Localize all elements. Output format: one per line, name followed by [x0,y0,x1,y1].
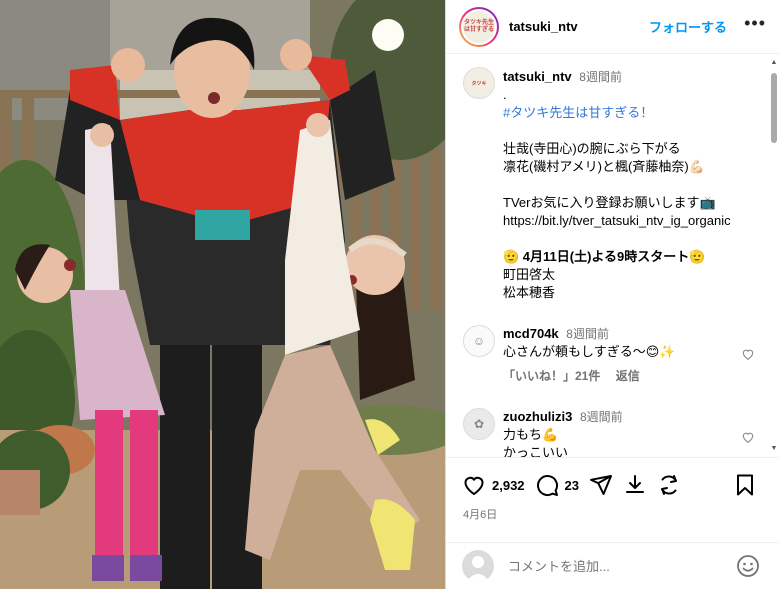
caption-link: https://bit.ly/tver_tatsuki_ntv_ig_organ… [503,213,731,228]
comment-time[interactable]: 8週間前 [580,410,623,424]
repost-icon[interactable] [657,473,681,497]
scroll-down-arrow-icon[interactable]: ▼ [770,445,778,453]
default-user-icon [466,556,490,582]
comment-input[interactable] [508,558,728,574]
caption-time[interactable]: 8週間前 [579,70,622,84]
commenter-avatar[interactable]: ✿ [463,408,495,440]
comment-meta: 「いいね！」21件 返信 [503,367,743,385]
post-photo[interactable] [0,0,445,589]
action-bar: 2,932 23 [462,472,767,498]
header-username[interactable]: tatsuki_ntv [509,19,578,34]
caption-line: 🫡 4月11日(土)よる9時スタート🫡 [503,249,706,264]
scrollbar-thumb[interactable] [771,73,777,143]
post-side-panel: タツキ先生は甘すぎる tatsuki_ntv フォローする ••• タツキ ta… [445,0,779,589]
comment-username[interactable]: zuozhulizi3 [503,409,572,424]
caption-body: tatsuki_ntv 8週間前 . #タツキ先生は甘すぎる！ 壮哉(寺田心)の… [503,68,765,302]
post-date[interactable]: 4月6日 [463,506,497,522]
caption-username[interactable]: tatsuki_ntv [503,69,572,84]
download-icon[interactable] [623,473,647,497]
comment-reply-button[interactable]: 返信 [616,369,640,383]
comment-body: zuozhulizi3 8週間前 力もち💪 かっこいい [503,408,743,457]
comment-like-heart-icon[interactable] [741,430,755,444]
emoji-icon[interactable] [736,554,760,578]
caption-line: 町田啓太 [503,267,556,282]
comments-scrollbar[interactable]: ▲ ▼ [770,55,778,457]
comment-username[interactable]: mcd704k [503,326,559,341]
caption-line: 凛花(磯村アメリ)と楓(斉藤柚奈)💪🏻 [503,159,705,174]
account-avatar[interactable]: タツキ先生は甘すぎる [459,6,499,47]
share-action[interactable] [589,473,613,497]
instagram-post: タツキ先生は甘すぎる tatsuki_ntv フォローする ••• タツキ ta… [0,0,779,589]
comment-body: mcd704k 8週間前 心さんが頼もしすぎる〜😊✨ 「いいね！」21件 返信 [503,325,743,385]
heart-icon[interactable] [462,473,486,497]
comment-text: かっこいい [503,445,569,457]
current-user-avatar[interactable] [462,550,494,582]
caption-avatar[interactable]: タツキ [463,67,495,99]
post-actions: 2,932 23 4月6日 [446,457,779,553]
caption-line: TVerお気に入り登録お願いします📺 [503,195,716,210]
caption-line: 松本穂香 [503,285,556,300]
comment-action[interactable]: 23 [535,473,579,497]
more-options-button[interactable]: ••• [744,13,766,34]
likes-count[interactable]: 2,932 [492,478,525,493]
avatar-logo-text: タツキ先生は甘すぎる [463,10,495,43]
comment-icon[interactable] [535,473,559,497]
save-action[interactable] [733,473,757,497]
comment-likes-count[interactable]: 「いいね！」21件 [503,369,600,383]
like-action[interactable]: 2,932 [462,473,525,497]
commenter-avatar[interactable]: ☺ [463,325,495,357]
add-comment-bar [446,542,779,589]
download-action[interactable] [623,473,647,497]
comment-text: 力もち💪 [503,427,559,442]
bookmark-icon[interactable] [733,473,757,497]
repost-action[interactable] [657,473,681,497]
post-header: タツキ先生は甘すぎる tatsuki_ntv フォローする ••• [446,0,779,54]
comment-like-heart-icon[interactable] [741,347,755,361]
avatar-ring: タツキ先生は甘すぎる [461,8,497,45]
comment-text: 心さんが頼もしすぎる〜😊✨ [503,344,676,359]
caption-line: 壮哉(寺田心)の腕にぶら下がる [503,141,681,156]
follow-button[interactable]: フォローする [649,17,727,36]
comments-scroll-area[interactable]: タツキ tatsuki_ntv 8週間前 . #タツキ先生は甘すぎる！ 壮哉(寺… [446,55,779,457]
caption-hashtag[interactable]: #タツキ先生は甘すぎる！ [503,104,765,122]
send-icon[interactable] [589,473,613,497]
caption-line: . [503,87,507,102]
comments-count[interactable]: 23 [565,478,579,493]
comment-time[interactable]: 8週間前 [566,327,609,341]
scroll-up-arrow-icon[interactable]: ▲ [770,59,778,67]
